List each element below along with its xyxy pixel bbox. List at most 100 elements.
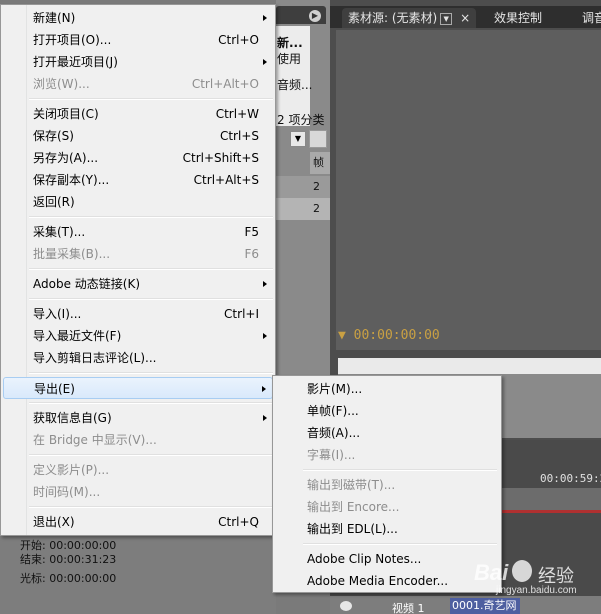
file-menu-item-15[interactable]: 导出(E)	[3, 377, 273, 399]
file-menu-item-0[interactable]: 新建(N)	[3, 7, 273, 29]
menu-item-label: 批量采集(B)...	[33, 247, 111, 261]
menu-item-shortcut: Ctrl+S	[219, 129, 259, 143]
source-timecode[interactable]: ▼ 00:00:00:00	[338, 328, 440, 343]
submenu-item-label: 输出到 Encore...	[307, 500, 400, 514]
submenu-item-label: 输出到 EDL(L)...	[307, 522, 398, 536]
tab-audio-mixer[interactable]: 调音	[576, 8, 601, 28]
menu-item-label: 在 Bridge 中显示(V)...	[33, 433, 157, 447]
timeline-ruler[interactable]	[500, 488, 601, 510]
file-menu-item-11[interactable]: Adobe 动态链接(K)	[3, 273, 273, 295]
submenu-item-label: Adobe Clip Notes...	[307, 552, 422, 566]
menu-item-label: 导入最近文件(F)	[33, 329, 122, 343]
export-submenu-item-6[interactable]: 输出到 EDL(L)...	[275, 518, 499, 540]
tab-effect-controls[interactable]: 效果控制	[488, 8, 548, 28]
project-preview-usage: 使用	[277, 52, 302, 66]
eye-icon[interactable]	[340, 601, 352, 611]
file-menu-item-6[interactable]: 另存为(A)... Ctrl+Shift+S	[3, 147, 273, 169]
menu-item-shortcut: Ctrl+Alt+O	[191, 77, 259, 91]
file-menu-item-19: 时间码(M)...	[3, 481, 273, 503]
table-cell: 2	[310, 198, 330, 220]
project-preview-title: 新...	[277, 36, 303, 50]
menu-separator	[29, 98, 273, 100]
file-menu-item-13[interactable]: 导入最近文件(F)	[3, 325, 273, 347]
submenu-arrow-icon	[263, 281, 267, 287]
file-menu-item-14[interactable]: 导入剪辑日志评论(L)...	[3, 347, 273, 369]
column-header[interactable]: 帧	[310, 152, 330, 174]
tab-audio-mixer-label: 调音	[582, 11, 601, 25]
menu-item-label: 浏览(W)...	[33, 77, 90, 91]
submenu-arrow-icon	[263, 15, 267, 21]
track-label: 视频 1	[392, 602, 425, 614]
project-preview-type: 音频...	[277, 78, 313, 92]
info-cursor: 光标: 00:00:00:00	[20, 572, 117, 585]
baidu-watermark: Bai du 经验 jingyan.baidu.com	[474, 556, 594, 596]
export-submenu-item-8[interactable]: Adobe Media Encoder...	[275, 570, 499, 592]
menu-item-label: 打开项目(O)...	[33, 33, 112, 47]
menu-item-shortcut: Ctrl+O	[218, 33, 259, 47]
menu-item-shortcut: F5	[244, 225, 259, 239]
file-menu-item-2[interactable]: 打开最近项目(J)	[3, 51, 273, 73]
table-row[interactable]	[276, 176, 310, 198]
file-menu-item-20[interactable]: 退出(X) Ctrl+Q	[3, 511, 273, 533]
menu-item-label: 打开最近项目(J)	[33, 55, 118, 69]
file-menu-item-5[interactable]: 保存(S) Ctrl+S	[3, 125, 273, 147]
menu-item-shortcut: Ctrl+Alt+S	[193, 173, 259, 187]
close-icon[interactable]: ×	[460, 11, 470, 25]
menu-item-label: 保存副本(Y)...	[33, 173, 110, 187]
tab-source[interactable]: 素材源: (无素材) ▼ ×	[342, 8, 477, 28]
file-menu-item-3: 浏览(W)... Ctrl+Alt+O	[3, 73, 273, 95]
source-ruler[interactable]	[338, 358, 601, 374]
menu-item-label: 退出(X)	[33, 515, 75, 529]
submenu-item-label: 影片(M)...	[307, 382, 363, 396]
export-submenu-item-0[interactable]: 影片(M)...	[275, 378, 499, 400]
menu-item-label: 时间码(M)...	[33, 485, 101, 499]
menu-separator	[29, 372, 273, 374]
chevron-down-icon[interactable]: ▼	[290, 131, 306, 147]
file-menu-item-16[interactable]: 获取信息自(G)	[3, 407, 273, 429]
menu-separator	[29, 402, 273, 404]
file-menu-item-8[interactable]: 返回(R)	[3, 191, 273, 213]
premiere-window: ▶ 新... 使用 音频... 2 项分类 ▼ 帧 2 2 素材源: (无素材)…	[0, 0, 601, 614]
file-menu-item-12[interactable]: 导入(I)... Ctrl+I	[3, 303, 273, 325]
work-area-bar[interactable]	[500, 510, 601, 513]
menu-separator	[29, 216, 273, 218]
file-menu-item-7[interactable]: 保存副本(Y)... Ctrl+Alt+S	[3, 169, 273, 191]
file-menu-item-4[interactable]: 关闭项目(C) Ctrl+W	[3, 103, 273, 125]
timeline-clip[interactable]: 0001.奇艺网	[450, 598, 520, 614]
menu-separator	[29, 268, 273, 270]
menu-item-shortcut: Ctrl+Q	[218, 515, 259, 529]
export-submenu-item-7[interactable]: Adobe Clip Notes...	[275, 548, 499, 570]
export-submenu-item-4: 输出到磁带(T)...	[275, 474, 499, 496]
menu-item-shortcut: F6	[244, 247, 259, 261]
menu-item-label: 获取信息自(G)	[33, 411, 112, 425]
menu-separator	[29, 506, 273, 508]
export-submenu-item-1[interactable]: 单帧(F)...	[275, 400, 499, 422]
menu-separator	[29, 298, 273, 300]
menu-item-label: 另存为(A)...	[33, 151, 99, 165]
watermark-url: jingyan.baidu.com	[496, 585, 577, 596]
export-submenu-item-2[interactable]: 音频(A)...	[275, 422, 499, 444]
file-menu-item-1[interactable]: 打开项目(O)... Ctrl+O	[3, 29, 273, 51]
menu-separator	[303, 543, 497, 545]
export-submenu-item-5: 输出到 Encore...	[275, 496, 499, 518]
project-item-count: 2 项分类	[277, 113, 325, 127]
table-row[interactable]	[276, 198, 310, 220]
file-menu-item-10: 批量采集(B)... F6	[3, 243, 273, 265]
menu-item-label: 导出(E)	[34, 382, 75, 396]
menu-item-shortcut: Ctrl+Shift+S	[182, 151, 259, 165]
submenu-arrow-icon	[263, 415, 267, 421]
panel-menu-icon[interactable]: ▶	[309, 10, 321, 22]
submenu-arrow-icon	[263, 59, 267, 65]
file-menu-item-9[interactable]: 采集(T)... F5	[3, 221, 273, 243]
menu-separator	[303, 469, 497, 471]
menu-item-label: 导入剪辑日志评论(L)...	[33, 351, 157, 365]
submenu-item-label: 音频(A)...	[307, 426, 361, 440]
chevron-down-icon[interactable]: ▼	[440, 12, 453, 25]
menu-item-shortcut: Ctrl+I	[224, 307, 259, 321]
source-timecode-value: 00:00:00:00	[353, 328, 440, 343]
scroll-up-button[interactable]	[309, 130, 327, 148]
menu-item-shortcut: Ctrl+W	[215, 107, 259, 121]
tab-effect-controls-label: 效果控制	[494, 11, 543, 25]
timeline-time: 00:00:59:22	[540, 472, 601, 485]
menu-item-label: 导入(I)...	[33, 307, 82, 321]
